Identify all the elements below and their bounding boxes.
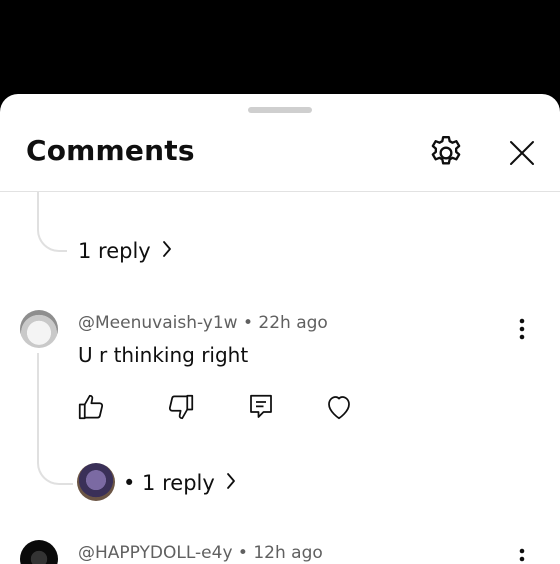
chevron-right-icon [225,471,237,495]
more-options-button[interactable] [512,546,532,564]
reply-icon [250,394,272,418]
heart-button[interactable] [324,392,354,422]
reply-count-label: • 1 reply [123,471,215,495]
comment-text: U r thinking right [78,343,249,367]
heart-icon [328,396,350,420]
header-divider [0,191,560,192]
page-title: Comments [26,134,195,167]
avatar[interactable] [20,540,58,564]
comments-sheet: Comments 1 reply @Meenuvaish-y1w • 22h a… [0,94,560,564]
avatar[interactable] [20,310,58,348]
close-icon [510,141,534,165]
view-replies-button[interactable]: 1 reply [78,239,173,263]
dislike-button[interactable] [166,392,196,422]
thread-connector [37,353,73,485]
gear-icon [431,136,461,165]
more-vertical-icon [519,318,525,340]
thread-connector [37,192,67,252]
more-vertical-icon [519,548,525,562]
avatar[interactable] [77,463,115,501]
drag-handle[interactable] [248,107,312,113]
like-button[interactable] [76,392,106,422]
comment-author-meta[interactable]: @HAPPYDOLL-e4y • 12h ago [78,543,323,563]
settings-button[interactable] [426,133,466,173]
comment-author-meta[interactable]: @Meenuvaish-y1w • 22h ago [78,313,328,333]
reply-button[interactable] [246,392,276,422]
reply-count-label: 1 reply [78,239,151,263]
chevron-right-icon [161,239,173,263]
thumbs-down-icon [168,394,194,420]
more-options-button[interactable] [512,316,532,342]
thumbs-up-icon [78,394,104,420]
close-button[interactable] [502,133,542,173]
view-replies-button[interactable]: • 1 reply [123,471,237,495]
